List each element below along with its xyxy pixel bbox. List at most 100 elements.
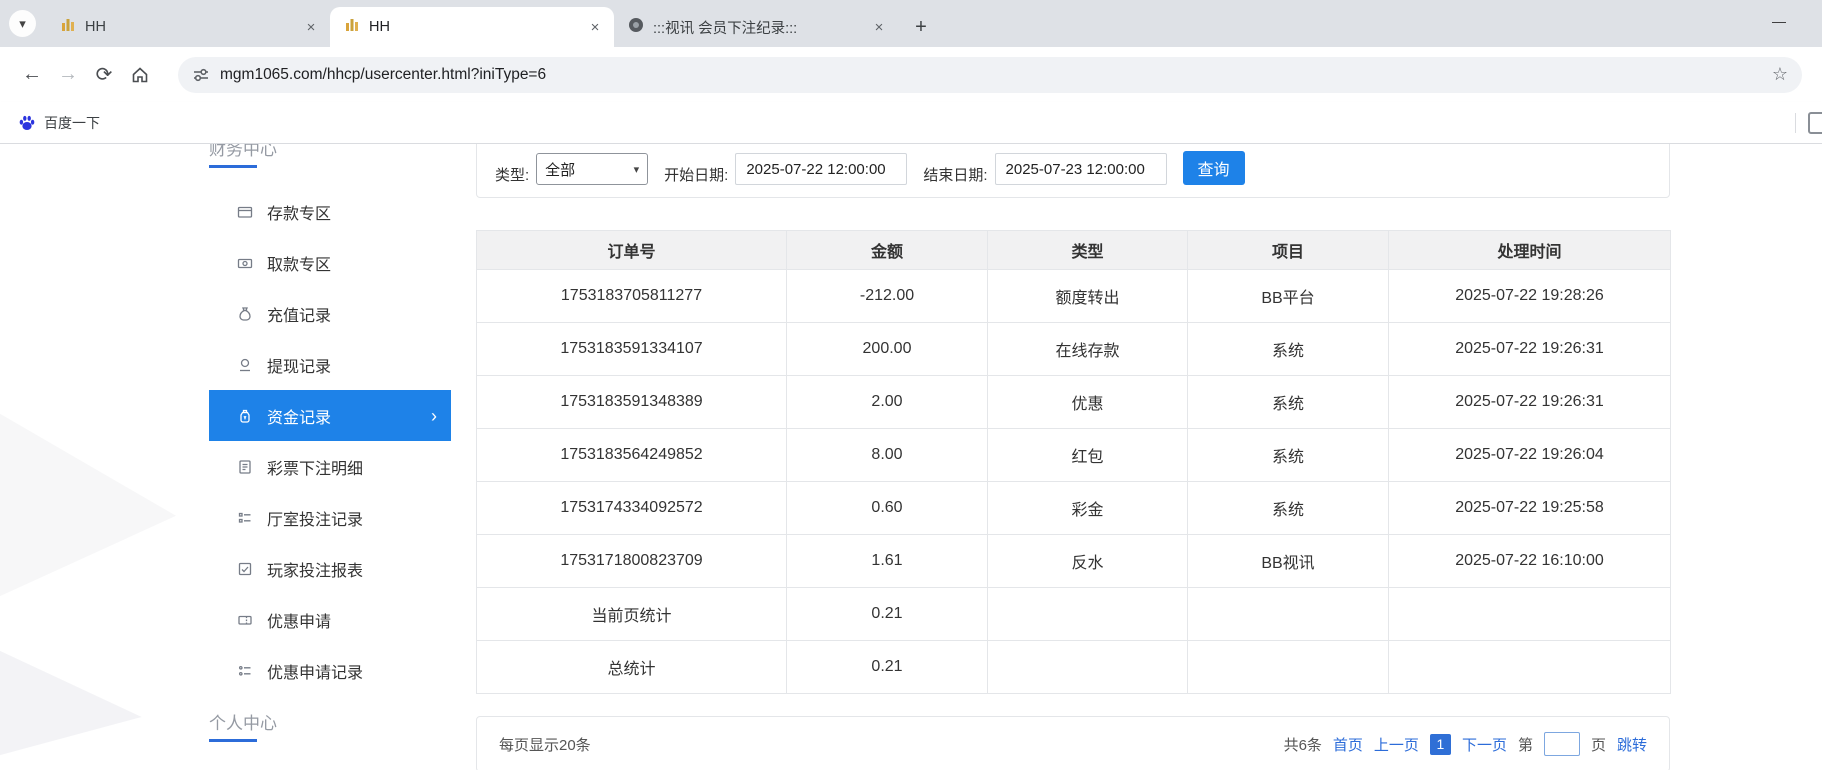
end-date-input[interactable] [994,153,1167,185]
sidebar-item-withdraw-zone[interactable]: 取款专区 [209,237,451,288]
type-select-value: 全部 [545,161,576,179]
records-table-wrap: 订单号 金额 类型 项目 处理时间 1753183705811277 -212.… [476,230,1671,694]
tab-close-icon[interactable]: × [302,18,320,36]
cell-time: 2025-07-22 19:26:04 [1388,428,1671,482]
sidebar-section-personal-center: 个人中心 [209,714,277,733]
back-icon[interactable]: ← [14,57,50,93]
cell-time: 2025-07-22 19:26:31 [1388,322,1671,376]
first-page-link[interactable]: 首页 [1333,734,1363,755]
table-row: 1753183705811277 -212.00 额度转出 BB平台 2025-… [476,269,1671,323]
tab-title: :::视讯 会员下注纪录::: [653,20,798,37]
table-row: 1753171800823709 1.61 反水 BB视讯 2025-07-22… [476,534,1671,588]
cell-order-no: 1753174334092572 [476,481,787,535]
moneybag-icon [237,306,253,322]
start-date-input[interactable] [735,153,908,185]
cell-project: BB视讯 [1187,534,1389,588]
site-info-tune-icon[interactable] [192,66,210,84]
url-text[interactable]: mgm1065.com/hhcp/usercenter.html?iniType… [220,66,1762,84]
window-minimize-button[interactable]: — [1762,8,1796,34]
sidebar-item-lottery-bet-detail[interactable]: 彩票下注明细 [209,441,451,492]
sidebar-item-label: 优惠申请记录 [267,664,364,682]
cell-empty [1388,587,1671,641]
table-header-row: 订单号 金额 类型 项目 处理时间 [476,230,1671,270]
cell-project: 系统 [1187,428,1389,482]
tab-video-records[interactable]: :::视讯 会员下注纪录::: × [614,7,898,47]
cell-summary-label: 总统计 [476,640,787,694]
cell-project: 系统 [1187,322,1389,376]
document-icon [237,459,253,475]
jump-button[interactable]: 跳转 [1617,734,1647,755]
sidebar-item-label: 厅室投注记录 [267,511,364,529]
pagination-controls: 共6条 首页 上一页 1 下一页 第 页 跳转 [1284,732,1647,756]
start-date-label: 开始日期: [664,167,729,184]
page-jump-input[interactable] [1543,732,1580,756]
sidebar-item-label: 存款专区 [267,205,332,223]
table-row-total-summary: 总统计 0.21 [476,640,1671,694]
bookmark-star-icon[interactable]: ☆ [1772,64,1788,85]
tab-search-button[interactable]: ▾ [9,10,36,37]
forward-icon[interactable]: → [50,57,86,93]
tab-favicon-circle-icon [628,17,644,37]
select-caret-icon: ▾ [633,163,640,176]
cell-empty [1388,640,1671,694]
reload-icon[interactable]: ⟳ [86,57,122,93]
cell-type: 彩金 [987,481,1188,535]
type-select[interactable]: 全部 ▾ [536,153,649,185]
site-favicon-gold-bars-icon [60,17,76,37]
cell-project: BB平台 [1187,269,1389,323]
cell-amount: 0.21 [786,640,988,694]
tab-strip: ▾ HH × HH × :::视讯 会员下注纪录::: × + — [0,0,1822,47]
cell-empty [987,587,1188,641]
tab-title: HH [369,19,390,35]
sidebar-section-finance-center: 财务中心 [209,144,277,159]
new-tab-button[interactable]: + [906,12,936,42]
sidebar-item-label: 玩家投注报表 [267,562,364,580]
decorative-triangle [0,394,176,604]
table-row-page-summary: 当前页统计 0.21 [476,587,1671,641]
ticket-icon [237,612,253,628]
other-bookmarks-icon[interactable] [1808,111,1822,134]
cell-empty [987,640,1188,694]
cell-empty [1187,640,1389,694]
bookmark-baidu[interactable]: 百度一下 [12,109,106,137]
cell-empty [1187,587,1389,641]
baidu-paw-favicon-icon [18,114,36,132]
jump-label-post: 页 [1590,736,1606,754]
table-row: 1753183591334107 200.00 在线存款 系统 2025-07-… [476,322,1671,376]
cell-amount: 200.00 [786,322,988,376]
sidebar-item-promo-apply[interactable]: 优惠申请 [209,594,451,645]
prev-page-link[interactable]: 上一页 [1374,734,1419,755]
cell-amount: 1.61 [786,534,988,588]
cell-order-no: 1753183705811277 [476,269,787,323]
tab-hh-2-active[interactable]: HH × [330,7,614,47]
sidebar-item-hall-bet-records[interactable]: 厅室投注记录 [209,492,451,543]
sidebar-item-label: 优惠申请 [267,613,332,631]
sidebar-item-player-bet-report[interactable]: 玩家投注报表 [209,543,451,594]
sidebar-item-label: 充值记录 [267,307,332,325]
decorative-triangle [0,618,142,770]
sidebar-item-recharge-records[interactable]: 充值记录 [209,288,451,339]
home-icon[interactable] [122,57,158,93]
sidebar-item-withdrawal-records[interactable]: 提现记录 [209,339,451,390]
sidebar-item-promo-apply-records[interactable]: 优惠申请记录 [209,645,451,696]
sidebar-item-label: 资金记录 [267,409,332,427]
chevron-right-icon: › [431,405,437,426]
cell-time: 2025-07-22 16:10:00 [1388,534,1671,588]
sidebar-item-deposit-zone[interactable]: 存款专区 [209,186,451,237]
cell-time: 2025-07-22 19:26:31 [1388,375,1671,429]
banknote-icon [237,255,253,271]
address-bar[interactable]: mgm1065.com/hhcp/usercenter.html?iniType… [178,56,1802,93]
page-content: 财务中心 存款专区 取款专区 充值记录 提现记录 资金记录 › 彩票下注明细 厅… [0,144,1822,770]
tab-hh-1[interactable]: HH × [46,7,330,47]
query-button[interactable]: 查询 [1182,151,1245,185]
sidebar-item-label: 彩票下注明细 [267,460,364,478]
jump-label-pre: 第 [1517,736,1533,754]
sidebar-item-funds-records[interactable]: 资金记录 › [209,390,451,441]
tab-close-icon[interactable]: × [586,18,604,36]
cell-type: 在线存款 [987,322,1188,376]
cell-amount: 8.00 [786,428,988,482]
tab-close-icon[interactable]: × [870,18,888,36]
next-page-link[interactable]: 下一页 [1462,734,1507,755]
cell-amount: 0.60 [786,481,988,535]
cell-type: 优惠 [987,375,1188,429]
